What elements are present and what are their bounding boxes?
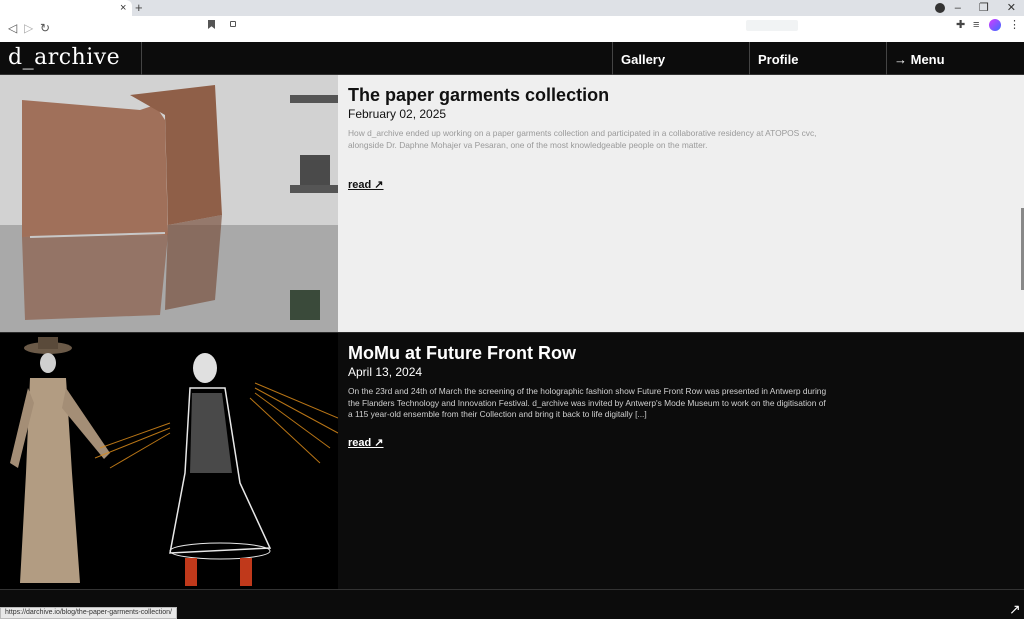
arrow-right-icon: →: [894, 52, 907, 67]
restore-button[interactable]: ❐: [979, 1, 989, 15]
browser-menu-icon[interactable]: ⋮: [1009, 19, 1020, 31]
browser-toolbar: ◁ ▷ ↻: [0, 16, 1024, 42]
reading-list-icon[interactable]: ≡: [973, 19, 979, 31]
blog-post: The paper garments collection February 0…: [0, 75, 1024, 332]
holographic-fashion-image: [0, 333, 338, 590]
extensions-icon[interactable]: ✚: [956, 19, 965, 31]
header-divider: [749, 42, 750, 75]
header-divider: [612, 42, 613, 75]
back-button[interactable]: ◁: [8, 20, 17, 36]
nav-menu-button[interactable]: → Menu: [894, 52, 945, 67]
reload-button[interactable]: ↻: [40, 20, 50, 36]
post-title[interactable]: The paper garments collection: [348, 85, 609, 106]
nav-gallery-link[interactable]: Gallery: [621, 52, 665, 67]
address-bar-chip[interactable]: [746, 20, 798, 31]
read-link[interactable]: read ↗: [348, 436, 384, 449]
forward-button[interactable]: ▷: [24, 20, 33, 36]
post-thumbnail[interactable]: [0, 333, 338, 590]
status-bar-url: https://darchive.io/blog/the-paper-garme…: [0, 607, 177, 619]
arrow-up-right-icon[interactable]: ↗: [1009, 601, 1021, 618]
profile-icon[interactable]: [935, 3, 945, 13]
nav-profile-link[interactable]: Profile: [758, 52, 798, 67]
minimize-button[interactable]: –: [955, 1, 961, 15]
header-divider: [886, 42, 887, 75]
tab-strip: × + – ❐ ✕: [0, 0, 1024, 16]
site-logo[interactable]: d_archive: [8, 45, 120, 70]
post-date: April 13, 2024: [348, 365, 423, 379]
avatar[interactable]: [989, 19, 1001, 31]
lock-icon[interactable]: [230, 21, 236, 27]
site-header: d_archive Gallery Profile → Menu: [0, 42, 1024, 75]
paper-garments-image: [0, 75, 338, 332]
close-window-button[interactable]: ✕: [1007, 1, 1016, 15]
post-description: How d_archive ended up working on a pape…: [348, 128, 817, 150]
post-thumbnail[interactable]: [0, 75, 338, 332]
browser-tab-active[interactable]: ×: [0, 0, 132, 16]
menu-label: Menu: [910, 52, 945, 67]
new-tab-button[interactable]: +: [135, 0, 143, 16]
read-link[interactable]: read ↗: [348, 178, 384, 191]
address-bar[interactable]: [200, 19, 800, 38]
blog-post: MoMu at Future Front Row April 13, 2024 …: [0, 332, 1024, 590]
website: d_archive Gallery Profile → Menu The pap…: [0, 42, 1024, 619]
post-date: February 02, 2025: [348, 107, 447, 121]
tab-close-icon[interactable]: ×: [120, 1, 126, 15]
header-divider: [141, 42, 142, 75]
post-description: On the 23rd and 24th of March the screen…: [348, 386, 827, 419]
window-controls: – ❐ ✕: [955, 1, 1016, 15]
post-title[interactable]: MoMu at Future Front Row: [348, 343, 576, 364]
